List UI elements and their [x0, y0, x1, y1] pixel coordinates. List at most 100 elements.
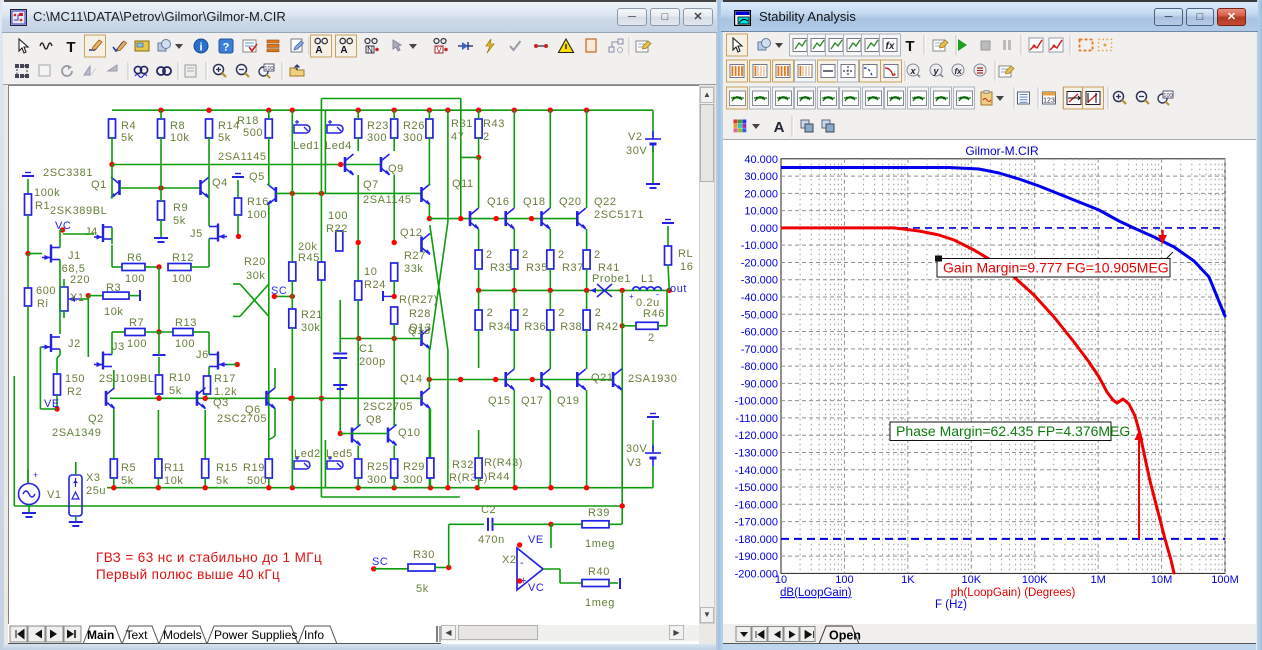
svg-text:R2: R2 — [67, 386, 82, 398]
svg-text:2: 2 — [594, 249, 601, 261]
svg-text:SC: SC — [271, 285, 287, 297]
svg-text:Q2: Q2 — [88, 413, 104, 425]
svg-text:R17: R17 — [214, 373, 236, 385]
svg-text:-20.000: -20.000 — [741, 257, 778, 269]
svg-text:100: 100 — [127, 338, 147, 350]
svg-text:10.000: 10.000 — [744, 206, 778, 218]
svg-text:dB(LoopGain): dB(LoopGain) — [780, 587, 852, 599]
svg-text:-150.000: -150.000 — [735, 482, 778, 494]
svg-text:J6: J6 — [196, 349, 209, 361]
svg-text:2SC5171: 2SC5171 — [594, 209, 644, 221]
svg-text:A: A — [340, 45, 347, 56]
svg-text:500: 500 — [247, 475, 267, 487]
svg-text:2SA1930: 2SA1930 — [628, 373, 677, 385]
svg-text:10: 10 — [364, 266, 377, 278]
svg-text:R36: R36 — [524, 321, 546, 333]
svg-text:30k: 30k — [301, 322, 321, 334]
svg-text:V: V — [436, 46, 442, 55]
svg-text:-60.000: -60.000 — [741, 327, 778, 339]
svg-text:V2: V2 — [628, 131, 643, 143]
svg-text:A: A — [774, 119, 785, 136]
svg-text:5k: 5k — [121, 475, 134, 487]
svg-text:Q12: Q12 — [400, 227, 423, 239]
svg-text:1meg: 1meg — [585, 538, 615, 550]
svg-text:5k: 5k — [416, 583, 429, 595]
svg-text:-160.000: -160.000 — [735, 499, 778, 511]
svg-text:-110.000: -110.000 — [735, 413, 778, 425]
svg-text:Q16: Q16 — [487, 196, 510, 208]
svg-text:R4: R4 — [121, 120, 136, 132]
svg-text:C1: C1 — [359, 343, 374, 355]
svg-text:R7: R7 — [129, 317, 144, 329]
svg-text:5k: 5k — [169, 385, 182, 397]
svg-text:Phase Margin=62.435 FP=4.376ME: Phase Margin=62.435 FP=4.376MEG — [896, 423, 1130, 439]
svg-text:i: i — [199, 42, 202, 54]
svg-text:1meg: 1meg — [585, 597, 615, 609]
svg-text:10: 10 — [775, 574, 787, 586]
svg-text:Led4: Led4 — [325, 140, 352, 152]
svg-text:-90.000: -90.000 — [741, 378, 778, 390]
svg-text:V1: V1 — [47, 489, 62, 501]
svg-text:?: ? — [223, 42, 230, 54]
svg-text:V3: V3 — [627, 457, 642, 469]
svg-text:16: 16 — [680, 261, 693, 273]
svg-text:R43: R43 — [483, 118, 505, 130]
svg-text:-120.000: -120.000 — [735, 430, 778, 442]
svg-text:out: out — [670, 283, 687, 295]
svg-text:Ri: Ri — [37, 298, 49, 310]
svg-text:X2: X2 — [502, 554, 517, 566]
svg-text:Q18: Q18 — [523, 196, 546, 208]
svg-text:2: 2 — [483, 131, 490, 143]
svg-text:470n: 470n — [478, 534, 505, 546]
svg-text:2SA1349: 2SA1349 — [52, 427, 101, 439]
svg-text:2: 2 — [522, 307, 529, 319]
svg-text:R15: R15 — [216, 462, 238, 474]
svg-text:47: 47 — [451, 131, 464, 143]
svg-text:300: 300 — [367, 132, 387, 144]
svg-text:-180.000: -180.000 — [735, 534, 778, 546]
svg-text:Q22: Q22 — [594, 196, 617, 208]
svg-text:J2: J2 — [68, 338, 81, 350]
svg-text:200p: 200p — [359, 356, 386, 368]
svg-text:Q21: Q21 — [591, 372, 614, 384]
svg-text:100k: 100k — [34, 187, 60, 199]
svg-text:R27: R27 — [404, 250, 426, 262]
svg-text:1K: 1K — [901, 574, 915, 586]
svg-text:T: T — [66, 39, 75, 56]
svg-text:T: T — [905, 38, 914, 55]
svg-text:R35: R35 — [526, 262, 548, 274]
svg-text:Q3: Q3 — [213, 397, 229, 409]
svg-text:A: A — [315, 45, 322, 56]
svg-text:+: + — [629, 292, 634, 301]
svg-text:R23: R23 — [367, 120, 389, 132]
svg-text:N: N — [367, 46, 373, 55]
svg-text:ГВЗ = 63 нс и стабильно до 1 М: ГВЗ = 63 нс и стабильно до 1 МГц — [96, 550, 322, 565]
svg-text:Q10: Q10 — [398, 427, 421, 439]
svg-text:20.000: 20.000 — [744, 188, 778, 200]
svg-text:100: 100 — [1163, 93, 1172, 99]
svg-text:X1: X1 — [70, 292, 85, 304]
svg-text:-170.000: -170.000 — [735, 517, 778, 529]
svg-text:300: 300 — [403, 132, 423, 144]
svg-text:-: - — [520, 557, 524, 569]
svg-text:-40.000: -40.000 — [741, 292, 778, 304]
svg-text:-130.000: -130.000 — [735, 447, 778, 459]
svg-text:R20: R20 — [244, 256, 266, 268]
svg-text:-50.000: -50.000 — [741, 309, 778, 321]
svg-text:Led5: Led5 — [326, 448, 353, 460]
svg-text:R18: R18 — [237, 115, 259, 127]
svg-text:R44: R44 — [488, 471, 510, 483]
svg-text:+: + — [33, 470, 39, 480]
svg-text:Open: Open — [829, 629, 861, 643]
svg-text:Q13: Q13 — [409, 322, 432, 334]
svg-text:x: x — [909, 66, 916, 76]
svg-text:Q4: Q4 — [212, 177, 228, 189]
svg-text:VE: VE — [528, 534, 544, 546]
svg-text:R46: R46 — [643, 308, 665, 320]
svg-text:R12: R12 — [172, 252, 194, 264]
svg-text:100: 100 — [125, 273, 145, 285]
svg-text:5k: 5k — [173, 215, 186, 227]
svg-text:SC: SC — [372, 556, 388, 568]
svg-text:L1: L1 — [641, 273, 654, 285]
svg-text:100K: 100K — [1022, 574, 1048, 586]
